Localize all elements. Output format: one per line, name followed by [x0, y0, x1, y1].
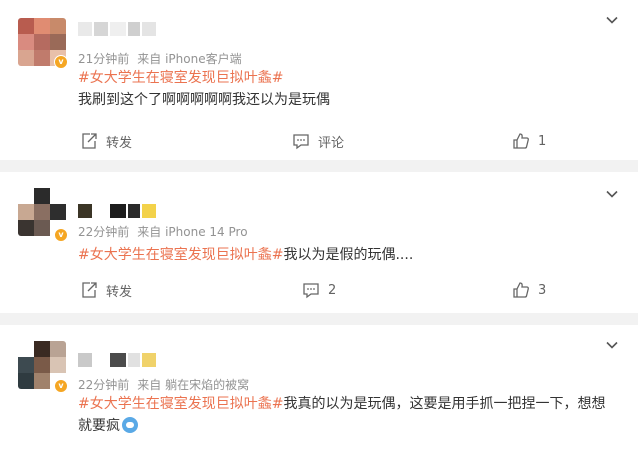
- source: 来自 iPhone 14 Pro: [137, 225, 248, 239]
- avatar-pixel: [50, 188, 66, 204]
- nickname-blur-block: [94, 353, 108, 367]
- avatar-pixel: [50, 341, 66, 357]
- like-button[interactable]: 1: [512, 129, 546, 153]
- avatar-pixel: [50, 357, 66, 373]
- avatar-pixel: [50, 34, 66, 50]
- nickname-blur-block: [78, 353, 92, 367]
- verified-badge-icon: v: [54, 379, 68, 393]
- nickname-blur-block: [78, 204, 92, 218]
- avatar-pixel: [50, 204, 66, 220]
- comment-text: #女大学生在寝室发现巨拟叶螽#我真的以为是玩偶，这要是用手抓一把捏一下，想想就要…: [78, 393, 618, 437]
- avatar-pixel: [18, 220, 34, 236]
- comment-feed: v 21分钟前 来自 iPhone客户端 #女大学生在寝室发现巨拟叶螽# 我刷到这…: [0, 0, 638, 449]
- comment-icon: [303, 283, 319, 299]
- avatar-pixel: [50, 18, 66, 34]
- hashtag-link[interactable]: #女大学生在寝室发现巨拟叶螽#: [78, 70, 283, 86]
- comment-button[interactable]: 2: [302, 278, 336, 302]
- nickname-blur-block: [110, 204, 126, 218]
- nickname-blur-block: [110, 22, 126, 36]
- avatar-pixel: [34, 220, 50, 236]
- comment-count: 2: [328, 282, 337, 298]
- timestamp: 22分钟前: [78, 225, 130, 239]
- hashtag-link[interactable]: #女大学生在寝室发现巨拟叶螽#: [78, 396, 283, 412]
- chevron-down-icon[interactable]: [606, 188, 618, 200]
- share-button[interactable]: 转发: [80, 278, 132, 302]
- share-icon: [82, 133, 97, 149]
- comment-label: 评论: [318, 135, 345, 151]
- comment-meta: 21分钟前 来自 iPhone客户端: [78, 50, 242, 67]
- avatar-pixel: [34, 188, 50, 204]
- chevron-down-icon[interactable]: [606, 14, 618, 26]
- avatar-pixel: [18, 357, 34, 373]
- comment-meta: 22分钟前 来自 iPhone 14 Pro: [78, 223, 248, 240]
- avatar-pixel: [34, 341, 50, 357]
- nickname-blur-block: [142, 204, 156, 218]
- avatar-pixel: [34, 18, 50, 34]
- nickname-blur-block: [94, 204, 108, 218]
- share-label: 转发: [106, 135, 133, 151]
- nickname-blur-block: [142, 22, 156, 36]
- comment-icon: [293, 134, 309, 150]
- avatar-pixel: [18, 18, 34, 34]
- source: 来自 躺在宋焰的被窝: [137, 378, 250, 392]
- share-button[interactable]: 转发: [80, 129, 132, 153]
- verified-badge-icon: v: [54, 55, 68, 69]
- avatar-pixel: [18, 204, 34, 220]
- verified-badge-icon: v: [54, 228, 68, 242]
- comment-button[interactable]: 评论: [292, 129, 344, 153]
- comment-meta: 22分钟前 来自 躺在宋焰的被窝: [78, 376, 249, 393]
- avatar-pixel: [18, 373, 34, 389]
- nickname-blur-block: [142, 353, 156, 367]
- share-icon: [82, 282, 97, 298]
- avatar-pixel: [18, 34, 34, 50]
- avatar-pixel: [18, 50, 34, 66]
- comment-card: v 22分钟前 来自 iPhone 14 Pro #女大学生在寝室发现巨拟叶螽#我…: [0, 172, 638, 313]
- comment-card: v 21分钟前 来自 iPhone客户端 #女大学生在寝室发现巨拟叶螽# 我刷到这…: [0, 0, 638, 160]
- chevron-down-icon[interactable]: [606, 339, 618, 351]
- nickname-blur-block: [128, 204, 140, 218]
- timestamp: 22分钟前: [78, 378, 130, 392]
- avatar-pixel: [18, 341, 34, 357]
- comment-card: v 22分钟前 来自 躺在宋焰的被窝 #女大学生在寝室发现巨拟叶螽#我真的以为是玩…: [0, 325, 638, 449]
- avatar-pixel: [34, 204, 50, 220]
- thumb-up-icon: [513, 133, 529, 149]
- avatar-pixel: [34, 34, 50, 50]
- avatar-pixel: [34, 357, 50, 373]
- username[interactable]: [78, 353, 156, 367]
- action-bar: 转发 评论 1: [0, 129, 638, 153]
- action-bar: 转发 2 3: [0, 278, 638, 302]
- avatar-pixel: [34, 50, 50, 66]
- nickname-blur-block: [128, 22, 140, 36]
- comment-body: 我以为是假的玩偶....: [283, 247, 414, 263]
- comment-body: 我刷到这个了啊啊啊啊啊我还以为是玩偶: [78, 92, 330, 108]
- source: 来自 iPhone客户端: [137, 52, 242, 66]
- nickname-blur-block: [78, 22, 92, 36]
- avatar-pixel: [34, 373, 50, 389]
- emoji-icon: [122, 417, 138, 433]
- username[interactable]: [78, 22, 156, 36]
- share-label: 转发: [106, 284, 133, 300]
- like-count: 3: [538, 282, 547, 298]
- nickname-blur-block: [110, 353, 126, 367]
- thumb-up-icon: [513, 282, 529, 298]
- nickname-blur-block: [94, 22, 108, 36]
- avatar-pixel: [18, 188, 34, 204]
- like-button[interactable]: 3: [512, 278, 546, 302]
- comment-text: #女大学生在寝室发现巨拟叶螽#我以为是假的玩偶....: [78, 244, 618, 266]
- hashtag-link[interactable]: #女大学生在寝室发现巨拟叶螽#: [78, 247, 283, 263]
- timestamp: 21分钟前: [78, 52, 130, 66]
- comment-text: #女大学生在寝室发现巨拟叶螽# 我刷到这个了啊啊啊啊啊我还以为是玩偶: [78, 67, 618, 111]
- username[interactable]: [78, 204, 156, 218]
- nickname-blur-block: [128, 353, 140, 367]
- like-count: 1: [538, 133, 547, 149]
